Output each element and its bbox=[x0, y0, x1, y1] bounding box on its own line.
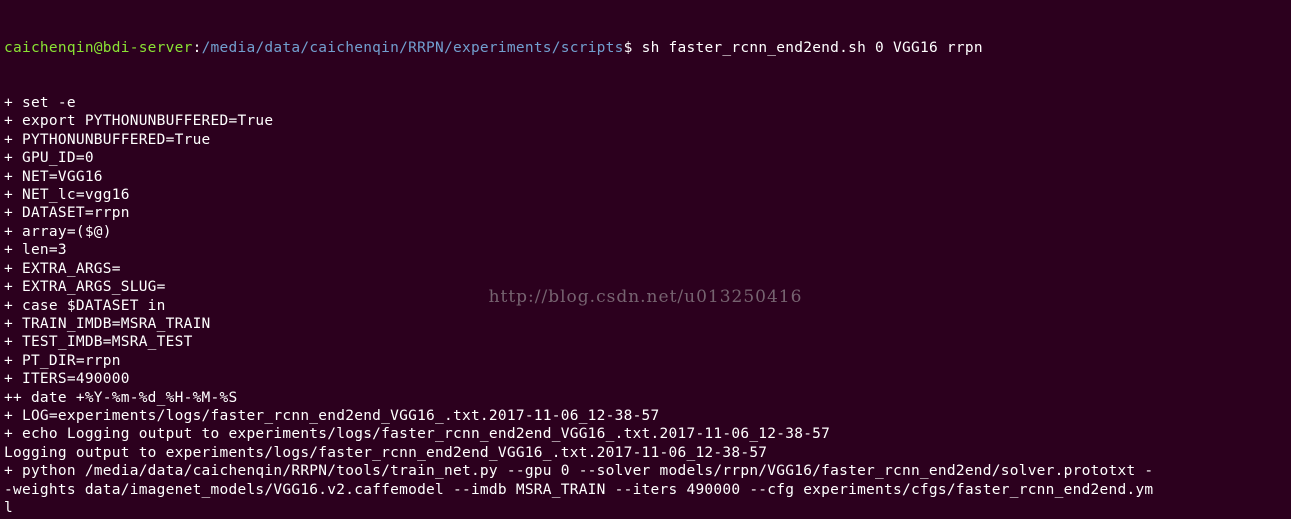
output-line: + python /media/data/caichenqin/RRPN/too… bbox=[4, 462, 1287, 480]
output-line: + len=3 bbox=[4, 241, 1287, 259]
prompt-line: caichenqin@bdi-server:/media/data/caiche… bbox=[4, 39, 1287, 57]
terminal-window[interactable]: caichenqin@bdi-server:/media/data/caiche… bbox=[0, 0, 1291, 519]
output-line: + PYTHONUNBUFFERED=True bbox=[4, 131, 1287, 149]
output-line: + echo Logging output to experiments/log… bbox=[4, 425, 1287, 443]
output-line: + EXTRA_ARGS_SLUG= bbox=[4, 278, 1287, 296]
prompt-symbol: $ bbox=[624, 40, 633, 56]
terminal-output: + set -e+ export PYTHONUNBUFFERED=True+ … bbox=[4, 94, 1287, 519]
output-line: + NET=VGG16 bbox=[4, 168, 1287, 186]
command-input[interactable]: sh faster_rcnn_end2end.sh 0 VGG16 rrpn bbox=[633, 40, 983, 56]
prompt-path: /media/data/caichenqin/RRPN/experiments/… bbox=[202, 40, 624, 56]
output-line: + GPU_ID=0 bbox=[4, 149, 1287, 167]
output-line: l bbox=[4, 499, 1287, 517]
output-line: + case $DATASET in bbox=[4, 297, 1287, 315]
output-line: + export PYTHONUNBUFFERED=True bbox=[4, 112, 1287, 130]
output-line: + array=($@) bbox=[4, 223, 1287, 241]
output-line: + ITERS=490000 bbox=[4, 370, 1287, 388]
prompt-user-host: caichenqin@bdi-server bbox=[4, 40, 193, 56]
output-line: + PT_DIR=rrpn bbox=[4, 352, 1287, 370]
output-line: + TEST_IMDB=MSRA_TEST bbox=[4, 333, 1287, 351]
output-line: ++ date +%Y-%m-%d_%H-%M-%S bbox=[4, 389, 1287, 407]
output-line: + DATASET=rrpn bbox=[4, 204, 1287, 222]
output-line: Logging output to experiments/logs/faste… bbox=[4, 444, 1287, 462]
output-line: + EXTRA_ARGS= bbox=[4, 260, 1287, 278]
output-line: + TRAIN_IMDB=MSRA_TRAIN bbox=[4, 315, 1287, 333]
prompt-colon: : bbox=[193, 40, 202, 56]
output-line: -weights data/imagenet_models/VGG16.v2.c… bbox=[4, 481, 1287, 499]
output-line: + set -e bbox=[4, 94, 1287, 112]
output-line: + NET_lc=vgg16 bbox=[4, 186, 1287, 204]
output-line: + LOG=experiments/logs/faster_rcnn_end2e… bbox=[4, 407, 1287, 425]
